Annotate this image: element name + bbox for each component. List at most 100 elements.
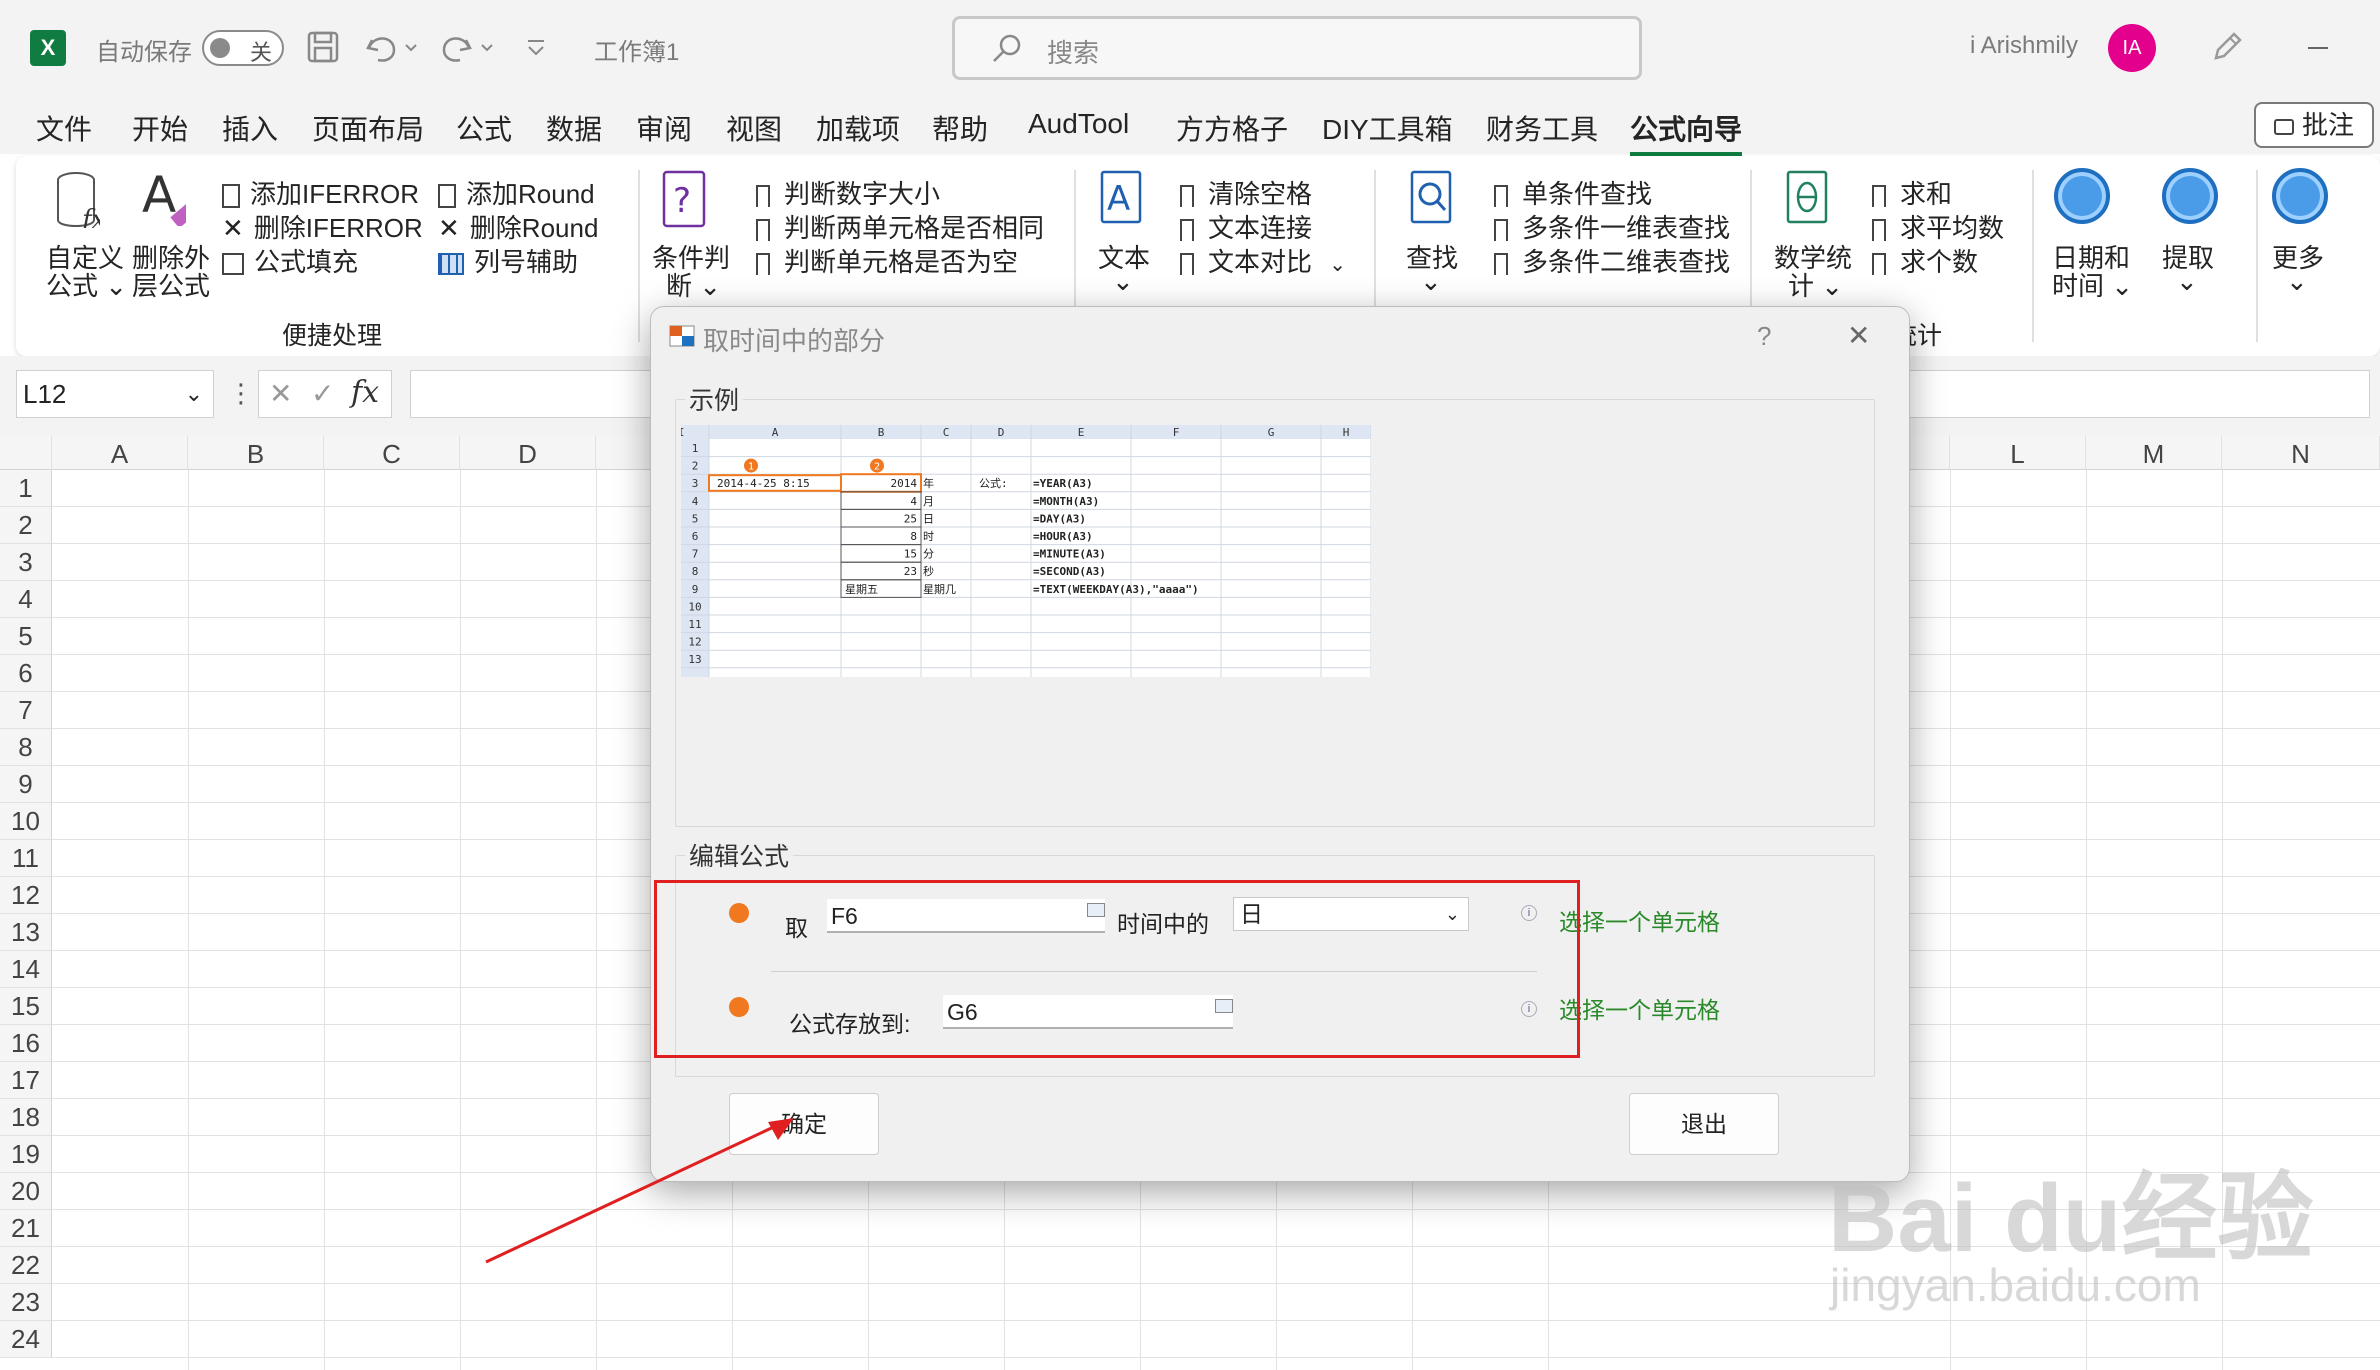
- text-compare-button[interactable]: 文本对比 ⌄: [1180, 242, 1346, 279]
- bookmark-icon: [756, 253, 770, 276]
- tab-page-layout[interactable]: 页面布局: [312, 108, 424, 148]
- row-header[interactable]: 2: [0, 507, 52, 544]
- add-round-button[interactable]: 添加Round: [438, 174, 595, 211]
- multi-1d-lookup-button[interactable]: 多条件一维表查找: [1494, 208, 1730, 245]
- row-header[interactable]: 11: [0, 840, 52, 877]
- example-col-header: A: [772, 426, 779, 439]
- enter-icon[interactable]: ✓: [311, 377, 334, 410]
- name-box[interactable]: L12 ⌄: [16, 370, 214, 418]
- close-button[interactable]: ✕: [1847, 319, 1870, 352]
- row-header[interactable]: 8: [0, 729, 52, 766]
- average-button[interactable]: 求平均数: [1872, 208, 2004, 245]
- tab-home[interactable]: 开始: [132, 108, 188, 148]
- add-iferror-button[interactable]: 添加IFERROR: [222, 174, 419, 211]
- row-header[interactable]: 19: [0, 1136, 52, 1173]
- tab-diy-toolbox[interactable]: DIY工具箱: [1322, 108, 1453, 148]
- row-header[interactable]: 13: [0, 914, 52, 951]
- tab-view[interactable]: 视图: [726, 108, 782, 148]
- tab-help[interactable]: 帮助: [932, 108, 988, 148]
- tab-insert[interactable]: 插入: [222, 108, 278, 148]
- tab-formulas[interactable]: 公式: [456, 108, 512, 148]
- del-iferror-button[interactable]: ✕ 删除IFERROR: [222, 208, 423, 245]
- select-all-corner[interactable]: [0, 436, 52, 470]
- column-header[interactable]: B: [188, 436, 324, 470]
- clear-space-button[interactable]: 清除空格: [1180, 174, 1312, 211]
- undo-icon[interactable]: [364, 30, 420, 64]
- row-header[interactable]: 6: [0, 655, 52, 692]
- autosave-toggle[interactable]: 关: [202, 30, 284, 66]
- search-placeholder: 搜索: [1047, 38, 1100, 68]
- tab-data[interactable]: 数据: [546, 108, 602, 148]
- example-legend: 示例: [685, 381, 744, 417]
- row-header[interactable]: 1: [0, 470, 52, 507]
- sum-button[interactable]: 求和: [1872, 174, 1952, 211]
- column-header[interactable]: L: [1950, 436, 2086, 470]
- row-header[interactable]: 18: [0, 1099, 52, 1136]
- judge-number-size-button[interactable]: 判断数字大小: [756, 174, 940, 211]
- row-header[interactable]: 23: [0, 1284, 52, 1321]
- row-header[interactable]: 21: [0, 1210, 52, 1247]
- extract-icon: [2162, 168, 2218, 224]
- table-icon: [438, 253, 464, 276]
- tab-finance-tools[interactable]: 财务工具: [1486, 108, 1598, 148]
- insert-function-icon[interactable]: fx: [351, 375, 379, 410]
- save-icon[interactable]: [306, 30, 340, 64]
- gridline: [52, 1357, 2380, 1358]
- tab-review[interactable]: 审阅: [636, 108, 692, 148]
- example-row-number: 13: [688, 653, 701, 666]
- avatar[interactable]: IA: [2108, 24, 2156, 72]
- row-header[interactable]: 15: [0, 988, 52, 1025]
- example-col-header: F: [1173, 426, 1180, 439]
- tab-fangfang[interactable]: 方方格子: [1176, 108, 1288, 148]
- row-header[interactable]: 24: [0, 1321, 52, 1358]
- tab-audtool[interactable]: AudTool: [1028, 108, 1129, 140]
- row-header[interactable]: 7: [0, 692, 52, 729]
- row-header[interactable]: 5: [0, 618, 52, 655]
- search-box[interactable]: 搜索: [952, 16, 1642, 80]
- comment-button[interactable]: 批注: [2254, 102, 2374, 148]
- text-join-button[interactable]: 文本连接: [1180, 208, 1312, 245]
- minimize-icon[interactable]: [2306, 36, 2330, 60]
- date-time-icon: [2054, 168, 2110, 224]
- row-header[interactable]: 20: [0, 1173, 52, 1210]
- magnifier-doc-icon: [1410, 170, 1452, 224]
- example-col-header: D: [998, 426, 1005, 439]
- column-helper-button[interactable]: 列号辅助: [438, 242, 578, 279]
- row-header[interactable]: 9: [0, 766, 52, 803]
- formula-fill-button[interactable]: 公式填充: [222, 242, 358, 279]
- row-header[interactable]: 16: [0, 1025, 52, 1062]
- column-header[interactable]: M: [2086, 436, 2222, 470]
- column-header[interactable]: N: [2222, 436, 2380, 470]
- row-header[interactable]: 22: [0, 1247, 52, 1284]
- judge-empty-button[interactable]: 判断单元格是否为空: [756, 242, 1018, 279]
- single-condition-lookup-button[interactable]: 单条件查找: [1494, 174, 1652, 211]
- pen-icon[interactable]: [2208, 28, 2246, 66]
- multi-2d-lookup-button[interactable]: 多条件二维表查找: [1494, 242, 1730, 279]
- row-header[interactable]: 12: [0, 877, 52, 914]
- column-header[interactable]: C: [324, 436, 460, 470]
- tab-file[interactable]: 文件: [36, 108, 92, 148]
- example-formula: =HOUR(A3): [1033, 530, 1093, 543]
- count-button[interactable]: 求个数: [1872, 242, 1978, 279]
- exit-button[interactable]: 退出: [1629, 1093, 1779, 1155]
- help-button[interactable]: ?: [1757, 321, 1771, 352]
- example-a3: 2014-4-25 8:15: [717, 477, 810, 490]
- column-header[interactable]: D: [460, 436, 596, 470]
- dialog-title: 取时间中的部分: [703, 326, 886, 356]
- row-header[interactable]: 4: [0, 581, 52, 618]
- row-header[interactable]: 10: [0, 803, 52, 840]
- row-header[interactable]: 3: [0, 544, 52, 581]
- row-header[interactable]: 17: [0, 1062, 52, 1099]
- del-round-button[interactable]: ✕ 删除Round: [438, 208, 598, 245]
- tab-formula-wizard[interactable]: 公式向导: [1630, 108, 1743, 156]
- row-header[interactable]: 14: [0, 951, 52, 988]
- more-options-icon[interactable]: ⋮: [228, 378, 254, 409]
- example-row-number: 9: [692, 583, 699, 596]
- column-header[interactable]: A: [52, 436, 188, 470]
- example-col-header: E: [1078, 426, 1085, 439]
- tab-addins[interactable]: 加载项: [816, 108, 900, 148]
- customize-qat-icon[interactable]: [524, 36, 548, 60]
- cancel-icon[interactable]: ✕: [269, 377, 292, 410]
- judge-same-cells-button[interactable]: 判断两单元格是否相同: [756, 208, 1044, 245]
- redo-icon[interactable]: [440, 30, 496, 64]
